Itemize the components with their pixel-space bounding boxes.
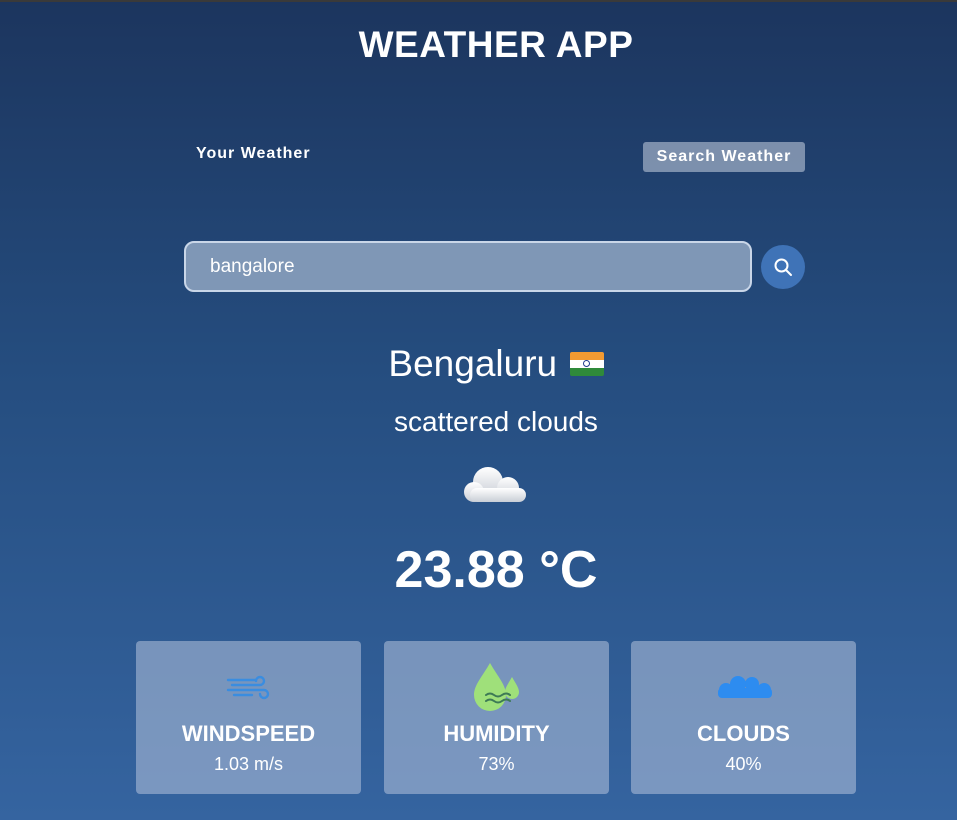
wind-icon xyxy=(226,675,269,700)
clouds-value: 40% xyxy=(725,754,762,774)
search-button[interactable] xyxy=(761,245,805,289)
clouds-label: CLOUDS xyxy=(697,721,790,746)
tab-search-weather[interactable]: Search Weather xyxy=(643,142,805,172)
city-name: Bengaluru xyxy=(388,343,558,384)
search-icon xyxy=(774,258,792,276)
tab-your-weather[interactable]: Your Weather xyxy=(196,145,311,163)
search-input[interactable] xyxy=(210,243,730,290)
city-row: Bengaluru xyxy=(0,343,957,385)
windspeed-label: WINDSPEED xyxy=(181,721,316,746)
windspeed-card: WINDSPEED 1.03 m/s xyxy=(136,641,361,794)
windspeed-value: 1.03 m/s xyxy=(213,754,284,774)
humidity-label: HUMIDITY xyxy=(443,721,550,746)
humidity-drop-icon xyxy=(473,663,519,711)
weather-description: scattered clouds xyxy=(394,406,598,437)
humidity-value: 73% xyxy=(478,754,515,774)
window-top-border xyxy=(0,0,957,2)
tab-search-weather-label: Search Weather xyxy=(656,148,792,165)
cloud-icon xyxy=(717,676,772,698)
scattered-clouds-icon xyxy=(464,467,526,502)
humidity-card: HUMIDITY 73% xyxy=(384,641,609,794)
temperature: 23.88 °C xyxy=(394,541,598,599)
india-flag-icon xyxy=(569,352,604,376)
search-box[interactable] xyxy=(184,241,752,292)
app-title: WEATHER APP xyxy=(358,24,634,65)
clouds-card: CLOUDS 40% xyxy=(631,641,856,794)
